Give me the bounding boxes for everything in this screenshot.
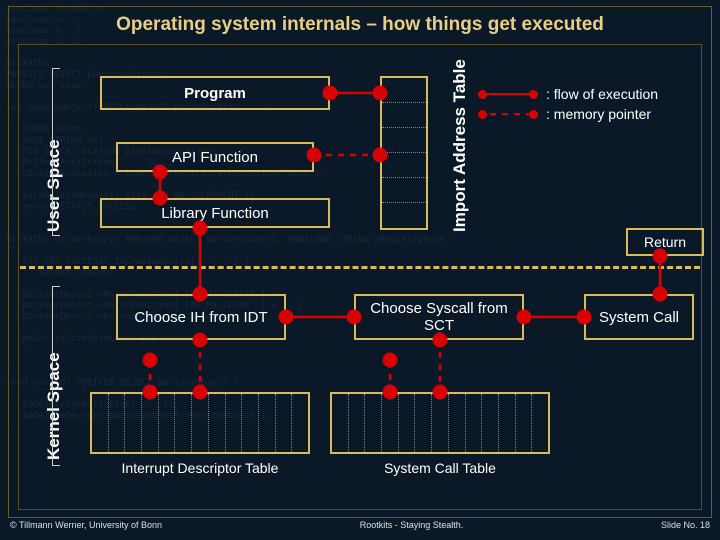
sct-table <box>330 392 550 454</box>
box-library-function: Library Function <box>100 198 330 228</box>
footer-center: Rootkits - Staying Stealth. <box>360 520 464 536</box>
box-program: Program <box>100 76 330 110</box>
legend: : flow of execution : memory pointer <box>478 84 658 124</box>
box-choose-syscall: Choose Syscall from SCT <box>354 294 524 340</box>
slide-title: Operating system internals – how things … <box>0 14 720 36</box>
box-return: Return <box>626 228 704 256</box>
footer: © Tillmann Werner, University of Bonn Ro… <box>0 520 720 536</box>
label-iat: Import Address Table <box>450 59 470 232</box>
iat-block <box>380 76 428 230</box>
legend-pointer-label: : memory pointer <box>546 106 651 122</box>
idt-table <box>90 392 310 454</box>
legend-pointer-icon <box>478 106 538 122</box>
box-choose-ih: Choose IH from IDT <box>116 294 286 340</box>
bracket-kernel-space <box>52 286 60 466</box>
legend-flow-icon <box>478 86 538 102</box>
legend-flow-label: : flow of execution <box>546 86 658 102</box>
footer-right: Slide No. 18 <box>661 520 710 536</box>
footer-left: © Tillmann Werner, University of Bonn <box>10 520 162 536</box>
bracket-user-space <box>52 68 60 236</box>
box-api-function: API Function <box>116 142 314 172</box>
box-system-call: System Call <box>584 294 694 340</box>
user-kernel-divider <box>20 266 700 269</box>
label-idt: Interrupt Descriptor Table <box>90 460 310 476</box>
label-sct: System Call Table <box>330 460 550 476</box>
